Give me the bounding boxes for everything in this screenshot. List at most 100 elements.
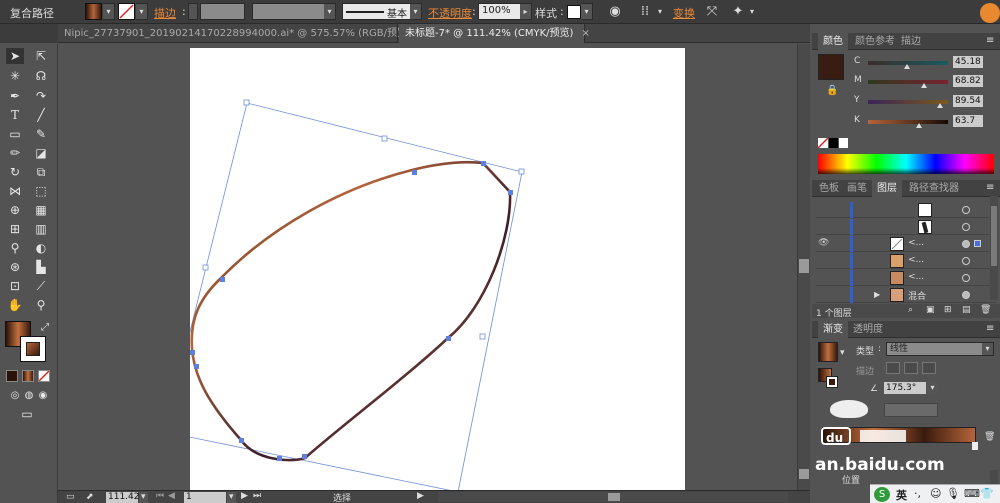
- panel-menu-icon[interactable]: ≡: [986, 182, 994, 193]
- style-swatch[interactable]: [567, 5, 581, 19]
- m-value-field[interactable]: 68.82: [953, 75, 983, 87]
- layer-row[interactable]: [816, 202, 996, 218]
- selection-indicator[interactable]: [974, 240, 981, 247]
- variable-width-dropdown[interactable]: ▾: [252, 3, 336, 20]
- new-sublayer-icon[interactable]: ⊞: [944, 305, 952, 315]
- bounding-box[interactable]: [190, 99, 525, 490]
- opacity-label[interactable]: 不透明度: [428, 5, 472, 21]
- swap-colors-icon[interactable]: ⤢: [36, 320, 54, 336]
- eraser-tool-icon[interactable]: ◪: [32, 145, 50, 161]
- layer-row[interactable]: [816, 219, 996, 235]
- line-tool-icon[interactable]: ╱: [32, 107, 50, 123]
- draw-inside-icon[interactable]: ◉: [34, 388, 52, 404]
- fill-color-preview[interactable]: [818, 54, 844, 80]
- slider-k[interactable]: K 63.7: [854, 115, 994, 129]
- status-menu-icon[interactable]: ▶: [417, 491, 424, 501]
- visibility-eye-icon[interactable]: 👁: [818, 238, 829, 248]
- tab-layers[interactable]: 图层: [872, 180, 902, 197]
- color-spectrum[interactable]: [818, 154, 994, 174]
- selection-tool-icon[interactable]: ➤: [6, 48, 24, 64]
- layer-row[interactable]: <...: [816, 270, 996, 286]
- stroke-dropdown[interactable]: ▾: [136, 3, 148, 20]
- k-value-field[interactable]: 63.7: [953, 115, 983, 127]
- layers-scrollbar[interactable]: [990, 196, 998, 300]
- artboard-tool-icon[interactable]: ⊡: [6, 278, 24, 294]
- zoom-dropdown-icon[interactable]: ▾: [139, 492, 148, 503]
- scrollbar-thumb[interactable]: [608, 493, 620, 501]
- stroke-swatch[interactable]: [118, 3, 135, 20]
- target-icon[interactable]: [962, 274, 970, 282]
- transform-link[interactable]: 变换: [673, 5, 695, 21]
- y-value-field[interactable]: 89.54: [953, 95, 983, 107]
- pen-tool-icon[interactable]: ✒: [6, 88, 24, 104]
- slider-y[interactable]: Y 89.54: [854, 95, 994, 109]
- blend-tool-icon[interactable]: ◐: [32, 240, 50, 256]
- opacity-field[interactable]: 100% ▸: [478, 3, 532, 20]
- tab-gradient[interactable]: 渐变: [818, 321, 848, 338]
- style-dropdown[interactable]: ▾: [581, 3, 593, 20]
- isolate-icon[interactable]: ⤧: [704, 4, 720, 20]
- first-page-icon[interactable]: ⏮: [156, 491, 164, 501]
- column-graph-tool-icon[interactable]: ▙: [32, 259, 50, 275]
- notification-icon[interactable]: [980, 3, 1000, 23]
- color-mode-icon[interactable]: [6, 370, 18, 382]
- rectangle-tool-icon[interactable]: ▭: [6, 126, 24, 142]
- aspect-ratio-field[interactable]: [884, 403, 938, 417]
- ime-voice-icon[interactable]: 🎙: [946, 487, 960, 500]
- next-page-icon[interactable]: ▶: [241, 491, 248, 501]
- ime-language-toggle[interactable]: 英: [896, 487, 907, 503]
- tab-document-2[interactable]: 未标题-7* @ 111.42% (CMYK/预览) ×: [399, 24, 590, 43]
- mesh-tool-icon[interactable]: ⊞: [6, 221, 24, 237]
- document-vertical-scrollbar[interactable]: [797, 44, 810, 490]
- page-field[interactable]: 1: [184, 492, 226, 503]
- anchor-points[interactable]: [190, 161, 513, 461]
- ime-skin-icon[interactable]: 👕: [980, 487, 994, 500]
- gradient-type-dropdown[interactable]: 线性 ▾: [886, 342, 994, 356]
- slider-knob[interactable]: [937, 103, 943, 108]
- target-icon[interactable]: [962, 291, 970, 299]
- horizontal-scrollbar[interactable]: [438, 492, 788, 502]
- pencil-tool-icon[interactable]: ✏: [6, 145, 24, 161]
- layer-row[interactable]: <...: [816, 253, 996, 269]
- zoom-tool-icon[interactable]: ⚲: [32, 297, 50, 313]
- tab-brushes[interactable]: 画笔: [842, 180, 872, 197]
- slider-c[interactable]: C 45.18: [854, 56, 994, 70]
- target-icon[interactable]: [962, 240, 970, 248]
- stroke-weight-stepper[interactable]: [188, 3, 198, 20]
- eyedropper-tool-icon[interactable]: ⚲: [6, 240, 24, 256]
- stroke-color-box[interactable]: [20, 336, 46, 362]
- fill-swatch[interactable]: [85, 3, 102, 20]
- layer-row[interactable]: ▶ 混合: [816, 287, 996, 303]
- symbol-sprayer-tool-icon[interactable]: ⊛: [6, 259, 24, 275]
- perspective-grid-tool-icon[interactable]: ▦: [32, 202, 50, 218]
- slider-knob[interactable]: [916, 123, 922, 128]
- target-icon[interactable]: [962, 223, 970, 231]
- hand-tool-icon[interactable]: ✋: [6, 297, 24, 313]
- color-quick-swatches[interactable]: [817, 137, 848, 149]
- page-icon[interactable]: ▭: [66, 492, 80, 503]
- scroll-down-button[interactable]: [799, 469, 809, 479]
- tab-color-guide[interactable]: 颜色参考: [850, 33, 900, 50]
- delete-stop-icon[interactable]: 🗑: [984, 432, 995, 442]
- ime-emoji-icon[interactable]: ☺: [930, 487, 941, 500]
- panel-menu-dropdown-icon[interactable]: ▾: [744, 4, 760, 20]
- tab-color[interactable]: 颜色: [818, 33, 848, 50]
- magic-wand-tool-icon[interactable]: ✳: [6, 68, 24, 84]
- delete-layer-icon[interactable]: 🗑: [980, 305, 991, 315]
- lasso-tool-icon[interactable]: ☊: [32, 68, 50, 84]
- screen-mode-icon[interactable]: ▭: [18, 406, 36, 422]
- target-icon[interactable]: [962, 206, 970, 214]
- angle-dropdown-icon[interactable]: ▾: [927, 382, 938, 394]
- panel-menu-icon[interactable]: ≡: [986, 323, 994, 334]
- locate-object-icon[interactable]: ⌕: [908, 305, 913, 315]
- stroke-gradient-option-2[interactable]: [904, 362, 918, 374]
- fill-dropdown[interactable]: ▾: [103, 3, 115, 20]
- stroke-gradient-option-1[interactable]: [886, 362, 900, 374]
- free-transform-tool-icon[interactable]: ⬚: [32, 183, 50, 199]
- paintbrush-tool-icon[interactable]: ✎: [32, 126, 50, 142]
- gradient-mode-icon[interactable]: [22, 370, 34, 382]
- slice-tool-icon[interactable]: ⟋: [32, 278, 50, 294]
- gradient-stop[interactable]: [972, 442, 978, 450]
- gradient-preview-dropdown-icon[interactable]: ▾: [840, 348, 845, 358]
- tab-pathfinder[interactable]: 路径查找器: [904, 180, 964, 197]
